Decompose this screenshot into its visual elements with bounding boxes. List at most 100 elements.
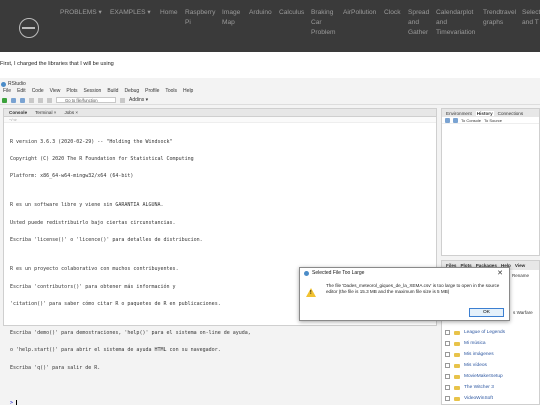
file-name[interactable]: MovieMakerSetup	[464, 374, 503, 379]
file-name[interactable]: League of Legends	[464, 330, 505, 335]
rstudio-titlebar: RStudio	[1, 80, 26, 88]
print-icon[interactable]	[47, 97, 52, 103]
console-line: R version 3.6.3 (2020-02-29) -- "Holding…	[10, 138, 173, 145]
file-row[interactable]: Mis vídeos	[445, 360, 540, 371]
file-name[interactable]: Mis vídeos	[464, 363, 487, 368]
folder-icon	[454, 341, 460, 346]
nav-calendarplot[interactable]: Calendarplot and Timevariation	[436, 8, 478, 38]
nav-home[interactable]: Home	[160, 8, 178, 18]
folder-icon	[454, 352, 460, 357]
save-icon[interactable]	[29, 97, 34, 103]
new-project-icon[interactable]	[11, 97, 16, 103]
checkbox[interactable]	[445, 385, 450, 390]
to-console-button[interactable]: To Console	[461, 118, 481, 123]
load-history-icon[interactable]	[445, 117, 450, 123]
checkbox[interactable]	[445, 363, 450, 368]
goto-file-input[interactable]: Go to file/function	[56, 97, 116, 103]
console-prompt-line[interactable]: >	[10, 400, 436, 407]
menu-build[interactable]: Build	[107, 88, 118, 94]
menu-debug[interactable]: Debug	[124, 88, 139, 94]
nav-image-map[interactable]: Image Map	[222, 8, 244, 28]
rstudio-title: RStudio	[8, 81, 26, 87]
close-icon[interactable]: ✕	[497, 269, 503, 277]
nav-braking-car-problem[interactable]: Braking Car Problem	[311, 8, 339, 38]
file-name[interactable]: Mis imágenes	[464, 352, 494, 357]
ok-button[interactable]: OK	[469, 308, 504, 317]
nav-airpollution[interactable]: AirPollution	[343, 8, 376, 18]
tab-jobs[interactable]: Jobs ×	[64, 110, 78, 115]
new-file-icon[interactable]	[2, 97, 7, 103]
files-list: League of Legends Mi música Mis imágenes…	[445, 327, 540, 404]
dialog-title: Selected File Too Large	[312, 270, 365, 276]
tab-connections[interactable]: Connections	[497, 111, 525, 116]
console-tabs: Console Terminal × Jobs ×	[4, 109, 436, 117]
checkbox[interactable]	[445, 352, 450, 357]
file-row[interactable]: The Witcher 3	[445, 382, 540, 393]
console-line: Escriba 'license()' o 'licence()' para d…	[10, 237, 203, 244]
checkbox[interactable]	[445, 374, 450, 379]
environment-pane: Environment History Connections To Conso…	[441, 108, 540, 256]
open-file-icon[interactable]	[20, 97, 25, 103]
folder-icon	[454, 363, 460, 368]
tab-history[interactable]: History	[475, 110, 494, 116]
folder-icon	[454, 330, 460, 335]
file-name[interactable]: Mi música	[464, 341, 486, 346]
nav-examples[interactable]: EXAMPLES ▾	[110, 8, 151, 18]
nav-problems[interactable]: PROBLEMS ▾	[60, 8, 102, 18]
nav-arduino[interactable]: Arduino	[249, 8, 272, 18]
menu-profile[interactable]: Profile	[145, 88, 159, 94]
menu-session[interactable]: Session	[84, 88, 102, 94]
rename-button[interactable]: Rename	[512, 273, 529, 278]
menu-code[interactable]: Code	[32, 88, 44, 94]
menu-tools[interactable]: Tools	[165, 88, 177, 94]
console-line: R es un software libre y viene sin GARAN…	[10, 202, 164, 209]
nav-calculus[interactable]: Calculus	[279, 8, 304, 18]
checkbox[interactable]	[445, 330, 450, 335]
menu-file[interactable]: File	[3, 88, 11, 94]
grid-icon[interactable]	[120, 97, 125, 103]
menu-edit[interactable]: Edit	[17, 88, 26, 94]
file-row[interactable]: MovieMakerSetup	[445, 371, 540, 382]
article-intro-text: First, I charged the libraries that I wi…	[0, 61, 114, 67]
nav-clock[interactable]: Clock	[384, 8, 401, 18]
dialog-titlebar: Selected File Too Large	[300, 268, 509, 278]
save-history-icon[interactable]	[453, 117, 458, 123]
console-line: Copyright (C) 2020 The R Foundation for …	[10, 155, 194, 162]
to-source-button[interactable]: To Source	[484, 118, 502, 123]
warning-icon: !	[306, 288, 316, 297]
nav-raspberry-pi[interactable]: Raspberry Pi	[185, 8, 217, 28]
file-row[interactable]: Mis imágenes	[445, 349, 540, 360]
environment-tabs: Environment History Connections	[442, 109, 539, 117]
console-line: o 'help.start()' para abrir el sistema d…	[10, 347, 221, 354]
addins-menu[interactable]: Addins ▾	[129, 97, 148, 103]
rstudio-logo-icon	[1, 81, 6, 87]
file-row[interactable]: VideoWinSoft	[445, 393, 540, 404]
folder-icon	[454, 385, 460, 390]
rstudio-window: RStudio File Edit Code View Plots Sessio…	[0, 78, 540, 407]
checkbox[interactable]	[445, 396, 450, 401]
nav-select-and-t[interactable]: Select and T	[522, 8, 540, 28]
file-name[interactable]: VideoWinSoft	[464, 396, 493, 401]
file-name[interactable]: The Witcher 3	[464, 385, 494, 390]
console-line: Platform: x86_64-w64-mingw32/x64 (64-bit…	[10, 173, 134, 180]
rstudio-menubar: File Edit Code View Plots Session Build …	[3, 88, 193, 94]
tab-environment[interactable]: Environment	[445, 111, 473, 116]
file-row[interactable]: Mi música	[445, 338, 540, 349]
tab-terminal[interactable]: Terminal ×	[35, 110, 56, 115]
menu-help[interactable]: Help	[183, 88, 193, 94]
file-item-partial[interactable]: s Warfare	[513, 310, 533, 315]
checkbox[interactable]	[445, 341, 450, 346]
file-too-large-dialog: Selected File Too Large ✕ ! The file 'Da…	[299, 267, 510, 321]
console-line: Usted puede redistribuirlo bajo ciertas …	[10, 219, 176, 226]
menu-view[interactable]: View	[50, 88, 61, 94]
menu-plots[interactable]: Plots	[66, 88, 77, 94]
tab-viewer[interactable]: View	[515, 263, 525, 268]
nav-trendtravel-graphs[interactable]: Trendtravel graphs	[483, 8, 517, 28]
save-all-icon[interactable]	[38, 97, 43, 103]
site-logo-icon[interactable]	[19, 18, 39, 38]
file-row[interactable]: League of Legends	[445, 327, 540, 338]
nav-spread-and-gather[interactable]: Spread and Gather	[408, 8, 430, 38]
rstudio-logo-icon	[304, 270, 309, 276]
tab-console[interactable]: Console	[9, 110, 27, 115]
